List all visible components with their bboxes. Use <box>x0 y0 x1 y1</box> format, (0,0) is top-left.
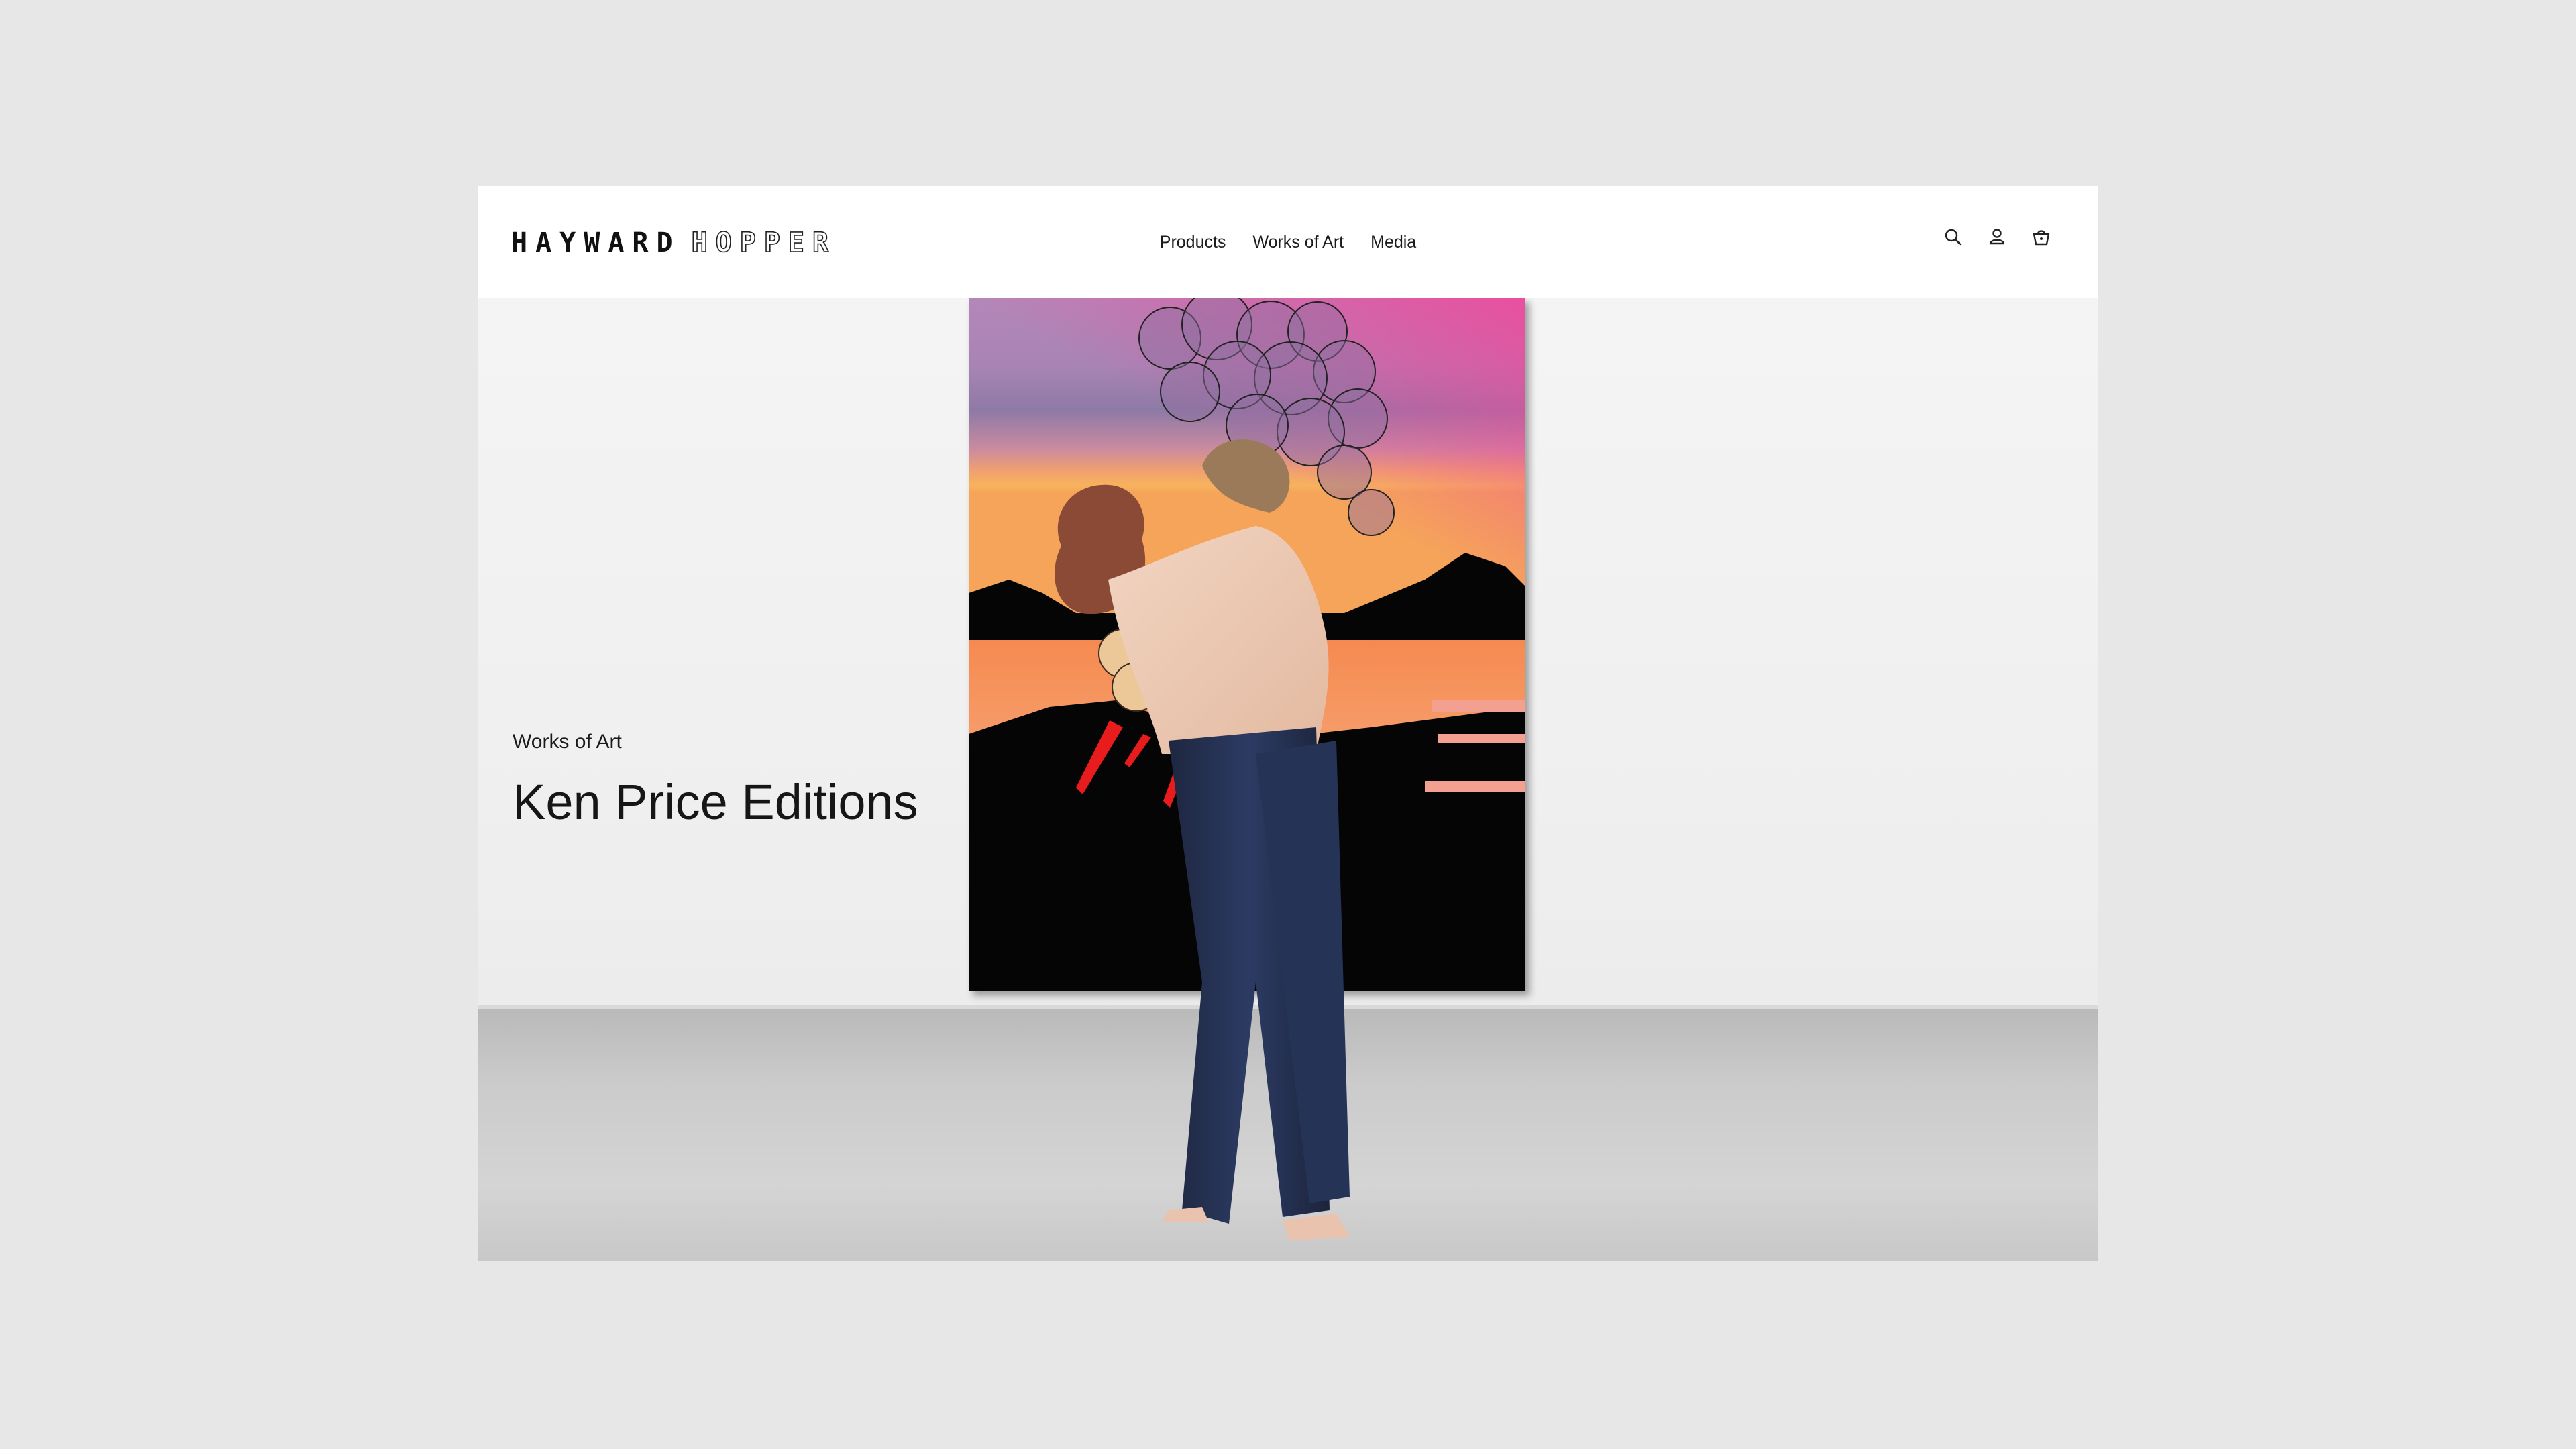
main-nav: Products Works of Art Media <box>478 186 2098 298</box>
nav-products[interactable]: Products <box>1160 233 1226 252</box>
nav-works-of-art[interactable]: Works of Art <box>1252 233 1344 252</box>
hero-photo-figures <box>1001 378 1470 1261</box>
search-icon[interactable] <box>1943 227 1963 247</box>
account-icon[interactable] <box>1987 227 2007 247</box>
site-header: HAYWARD HOPPER Products Works of Art Med… <box>478 186 2098 298</box>
nav-media[interactable]: Media <box>1371 233 1416 252</box>
hero-text: Works of Art Ken Price Editions <box>513 731 918 830</box>
basket-icon[interactable] <box>2031 227 2051 247</box>
website-frame: HAYWARD HOPPER Products Works of Art Med… <box>478 186 2098 1261</box>
header-actions <box>1943 227 2051 247</box>
hero: Works of Art Ken Price Editions <box>478 298 2098 1261</box>
hero-category-label[interactable]: Works of Art <box>513 731 918 753</box>
hero-title[interactable]: Ken Price Editions <box>513 773 918 830</box>
